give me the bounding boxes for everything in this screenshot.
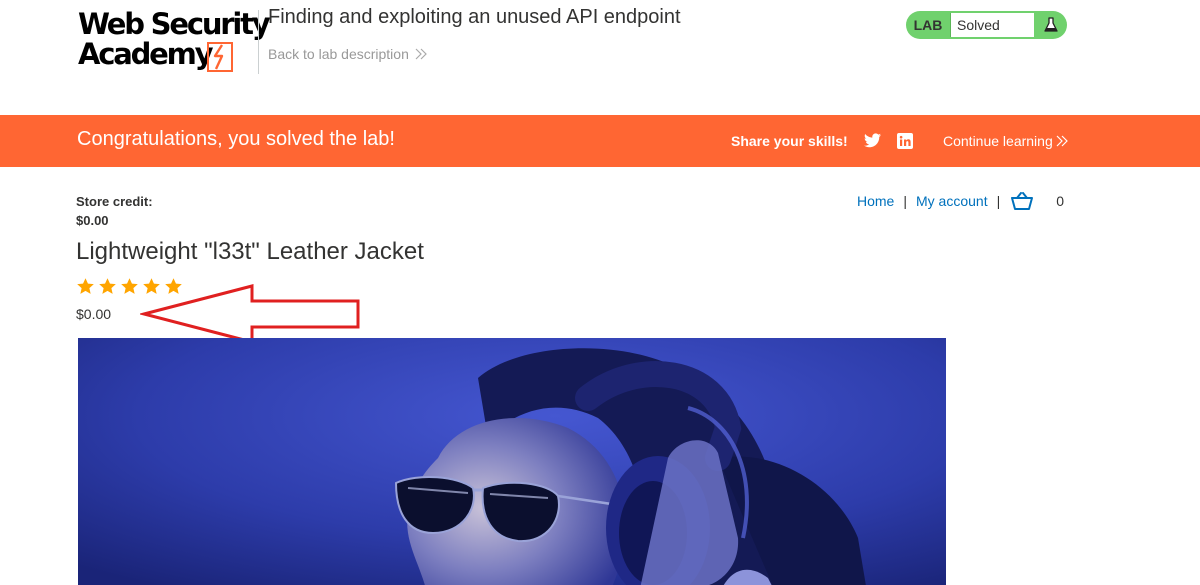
double-chevron-right-icon	[415, 48, 427, 60]
back-link-label: Back to lab description	[268, 46, 409, 62]
lab-status-value: Solved	[950, 13, 1034, 37]
home-link[interactable]: Home	[857, 193, 894, 209]
product-image	[78, 338, 946, 585]
store-credit-value: $0.00	[76, 213, 109, 228]
store-credit-label: Store credit:	[76, 194, 153, 209]
product-price: $0.00	[76, 306, 112, 322]
header-divider	[258, 10, 259, 74]
lab-title: Finding and exploiting an unused API end…	[268, 6, 681, 28]
continue-learning-label: Continue learning	[943, 133, 1053, 149]
cart-count: 0	[1056, 193, 1065, 209]
share-skills-label: Share your skills!	[731, 133, 848, 149]
back-to-lab-link[interactable]: Back to lab description	[268, 46, 427, 62]
lab-status-widget: LAB Solved	[906, 11, 1067, 39]
flask-icon	[1041, 16, 1060, 34]
continue-learning-link[interactable]: Continue learning	[943, 133, 1068, 149]
solved-banner: Congratulations, you solved the lab! Sha…	[0, 115, 1200, 167]
double-chevron-right-icon	[1056, 135, 1068, 147]
star-icon	[77, 278, 94, 294]
top-nav: Home | My account | 0	[857, 192, 1064, 210]
academy-logo[interactable]: Web Security Academy	[78, 7, 271, 73]
my-account-link[interactable]: My account	[916, 193, 988, 209]
nav-separator: |	[996, 193, 1001, 209]
logo-line-1: Web Security	[78, 7, 271, 41]
congratulations-message: Congratulations, you solved the lab!	[77, 128, 395, 150]
nav-separator: |	[903, 193, 907, 209]
twitter-icon[interactable]	[864, 133, 881, 148]
product-title: Lightweight "l33t" Leather Jacket	[76, 238, 424, 265]
cart-icon[interactable]	[1011, 192, 1034, 210]
red-arrow-annotation	[140, 284, 360, 344]
star-icon	[121, 278, 138, 294]
logo-line-2: Academy	[78, 37, 214, 71]
logo-lightning-icon	[207, 42, 233, 72]
lab-tag: LAB	[913, 17, 943, 33]
person-with-headphones-image	[78, 338, 946, 585]
linkedin-icon[interactable]	[897, 133, 913, 149]
star-icon	[99, 278, 116, 294]
